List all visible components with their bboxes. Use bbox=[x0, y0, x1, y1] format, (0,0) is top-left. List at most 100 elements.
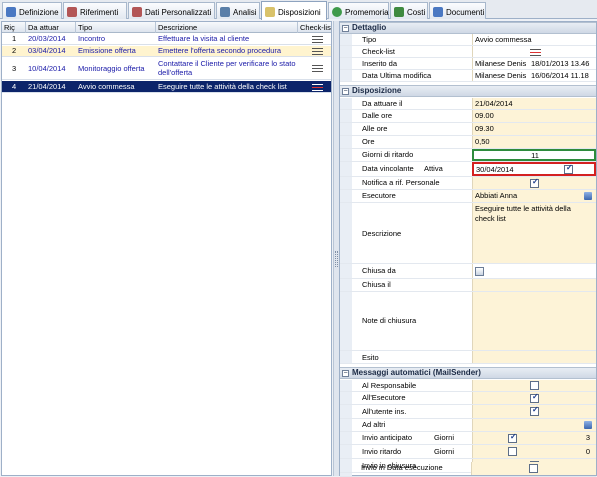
folder-icon bbox=[433, 7, 443, 17]
prop-value[interactable] bbox=[472, 279, 596, 291]
tab-promemoria[interactable]: Promemoria bbox=[328, 2, 389, 19]
prop-row-invio-ritardo[interactable]: Invio ritardo Giorni 0 bbox=[340, 445, 596, 459]
prop-label: Check-list bbox=[362, 47, 395, 56]
prop-label: Descrizione bbox=[362, 229, 402, 238]
prop-row-checklist[interactable]: Check-list bbox=[340, 46, 596, 58]
prop-value[interactable]: 09.30 bbox=[472, 123, 596, 135]
edit-icon[interactable] bbox=[475, 267, 484, 276]
collapse-icon[interactable]: − bbox=[342, 370, 349, 377]
prop-row-chiusa-il[interactable]: Chiusa il bbox=[340, 279, 596, 292]
tab-analisi[interactable]: Analisi bbox=[216, 2, 260, 19]
checklist-icon[interactable] bbox=[530, 48, 541, 57]
prop-row-note-chiusura[interactable]: Note di chiusura bbox=[340, 292, 596, 351]
prop-row-data-vincolante[interactable]: Data vincolante Attiva 30/04/2014 bbox=[340, 162, 596, 177]
cell-type: Avvio commessa bbox=[78, 82, 135, 91]
prop-row-esito[interactable]: Esito bbox=[340, 351, 596, 364]
table-row[interactable]: 2 03/04/2014 Emissione offerta Emettere … bbox=[2, 46, 331, 57]
users-icon bbox=[67, 7, 77, 17]
col-header-checklist[interactable]: Check-list bbox=[298, 22, 331, 33]
prop-row-invio-data-esecuzione-label: Invio in Data esecuzione bbox=[361, 463, 443, 472]
prop-row-dalle-ore[interactable]: Dalle ore 09.00 bbox=[340, 110, 596, 123]
cell-type: Monitoraggio offerta bbox=[78, 64, 145, 73]
prop-label: Al Responsabile bbox=[362, 381, 417, 390]
tab-definizione[interactable]: Definizione bbox=[2, 2, 62, 19]
prop-value[interactable]: 0,50 bbox=[472, 136, 596, 148]
prop-value[interactable]: 11 bbox=[472, 149, 596, 161]
prop-row-chiusa-da[interactable]: Chiusa da bbox=[340, 264, 596, 279]
prop-row-notifica[interactable]: Notifica a rif. Personale bbox=[340, 177, 596, 190]
section-messaggi-automatici[interactable]: − Messaggi automatici (MailSender) bbox=[340, 367, 596, 379]
all-utente-checkbox[interactable] bbox=[530, 405, 539, 416]
prop-label: Alle ore bbox=[362, 124, 388, 133]
cell-number: 1 bbox=[12, 34, 17, 43]
prop-label: All'Esecutore bbox=[362, 393, 406, 402]
prop-value: Milanese Denis 16/06/2014 11.18 bbox=[472, 70, 596, 81]
cell-type: Emissione offerta bbox=[78, 46, 136, 55]
section-dettaglio[interactable]: − Dettaglio bbox=[340, 22, 596, 34]
invio-data-esecuzione-checkbox[interactable] bbox=[529, 464, 538, 473]
tab-dati-personalizzati[interactable]: Dati Personalizzati bbox=[128, 2, 215, 19]
col-header-row-number[interactable]: Riç bbox=[2, 22, 26, 33]
prop-row-ore[interactable]: Ore 0,50 bbox=[340, 136, 596, 149]
tab-costi[interactable]: Costi bbox=[390, 2, 428, 19]
prop-row-ad-altri[interactable]: Ad altri bbox=[340, 419, 596, 432]
prop-value[interactable]: Abbiati Anna bbox=[472, 190, 596, 202]
prop-value[interactable] bbox=[472, 351, 596, 363]
prop-row-esecutore[interactable]: Esecutore Abbiati Anna bbox=[340, 190, 596, 203]
invio-ritardo-checkbox[interactable] bbox=[508, 447, 517, 456]
prop-label: Notifica a rif. Personale bbox=[362, 178, 440, 187]
dropdown-icon[interactable] bbox=[584, 421, 592, 429]
checklist-icon[interactable] bbox=[312, 64, 323, 73]
prop-label: Inserito da bbox=[362, 59, 398, 68]
tab-documenti[interactable]: Documenti bbox=[429, 2, 486, 19]
prop-label: Chiusa il bbox=[362, 280, 391, 289]
prop-row-data-ultima-modifica[interactable]: Data Ultima modifica Milanese Denis 16/06/… bbox=[340, 70, 596, 82]
prop-value[interactable] bbox=[472, 419, 596, 431]
cell-description: Emettere l'offerta secondo procedura bbox=[158, 46, 282, 55]
prop-value[interactable]: Eseguire tutte le attività della check l… bbox=[472, 203, 596, 263]
al-responsabile-checkbox[interactable] bbox=[530, 381, 539, 390]
attiva-checkbox[interactable] bbox=[564, 163, 573, 174]
prop-row-da-attuare[interactable]: Da attuare il 21/04/2014 bbox=[340, 98, 596, 110]
splitter-grip[interactable] bbox=[335, 251, 338, 267]
table-row[interactable]: 1 20/03/2014 Incontro Effettuare la visi… bbox=[2, 34, 331, 45]
prop-row-inserito-da[interactable]: Inserito da Milanese Denis 18/01/2013 13.4… bbox=[340, 58, 596, 70]
document-icon bbox=[265, 7, 275, 17]
prop-value[interactable] bbox=[472, 292, 596, 350]
col-header-type[interactable]: Tipo bbox=[76, 22, 156, 33]
cell-date: 03/04/2014 bbox=[28, 46, 66, 55]
prop-value[interactable]: 30/04/2014 bbox=[472, 162, 596, 176]
invio-anticipato-checkbox[interactable] bbox=[508, 432, 517, 443]
checklist-icon[interactable] bbox=[312, 83, 323, 92]
all-esecutore-checkbox[interactable] bbox=[530, 392, 539, 403]
prop-row-alle-ore[interactable]: Alle ore 09.30 bbox=[340, 123, 596, 136]
prop-value: Avvio commessa bbox=[472, 34, 596, 45]
col-header-date[interactable]: Da attuar bbox=[26, 22, 76, 33]
prop-row-all-utente[interactable]: All'utente ins. bbox=[340, 405, 596, 419]
cell-type: Incontro bbox=[78, 34, 106, 43]
dropdown-icon[interactable] bbox=[584, 192, 592, 200]
grid-header: Riç Da attuar Tipo Descrizione Check-lis… bbox=[2, 22, 331, 33]
tab-disposizioni[interactable]: Disposizioni bbox=[261, 1, 327, 20]
prop-value[interactable]: 21/04/2014 bbox=[472, 98, 596, 109]
prop-row-all-esecutore[interactable]: All'Esecutore bbox=[340, 392, 596, 405]
section-disposizione[interactable]: − Disposizione bbox=[340, 85, 596, 97]
table-row-selected[interactable]: 4 21/04/2014 Avvio commessa Eseguire tut… bbox=[2, 81, 331, 93]
prop-label: Invio anticipato Giorni bbox=[362, 433, 455, 442]
prop-row-descrizione[interactable]: Descrizione Eseguire tutte le attività de… bbox=[340, 203, 596, 264]
table-row[interactable]: 3 10/04/2014 Monitoraggio offerta Contat… bbox=[2, 58, 331, 80]
prop-row-al-responsabile[interactable]: Al Responsabile bbox=[340, 380, 596, 392]
notifica-checkbox[interactable] bbox=[530, 177, 539, 188]
collapse-icon[interactable]: − bbox=[342, 25, 349, 32]
prop-row-tipo[interactable]: Tipo Avvio commessa bbox=[340, 34, 596, 46]
prop-label: Ad altri bbox=[362, 420, 386, 429]
prop-row-giorni-ritardo[interactable]: Giorni di ritardo 11 bbox=[340, 149, 596, 162]
prop-value[interactable]: 09.00 bbox=[472, 110, 596, 122]
collapse-icon[interactable]: − bbox=[342, 88, 349, 95]
checklist-icon[interactable] bbox=[312, 35, 323, 44]
checklist-icon[interactable] bbox=[312, 47, 323, 56]
prop-row-invio-anticipato[interactable]: Invio anticipato Giorni 3 bbox=[340, 432, 596, 445]
prop-value[interactable] bbox=[472, 264, 596, 278]
col-header-description[interactable]: Descrizione bbox=[156, 22, 298, 33]
tab-riferimenti[interactable]: Riferimenti bbox=[63, 2, 127, 19]
